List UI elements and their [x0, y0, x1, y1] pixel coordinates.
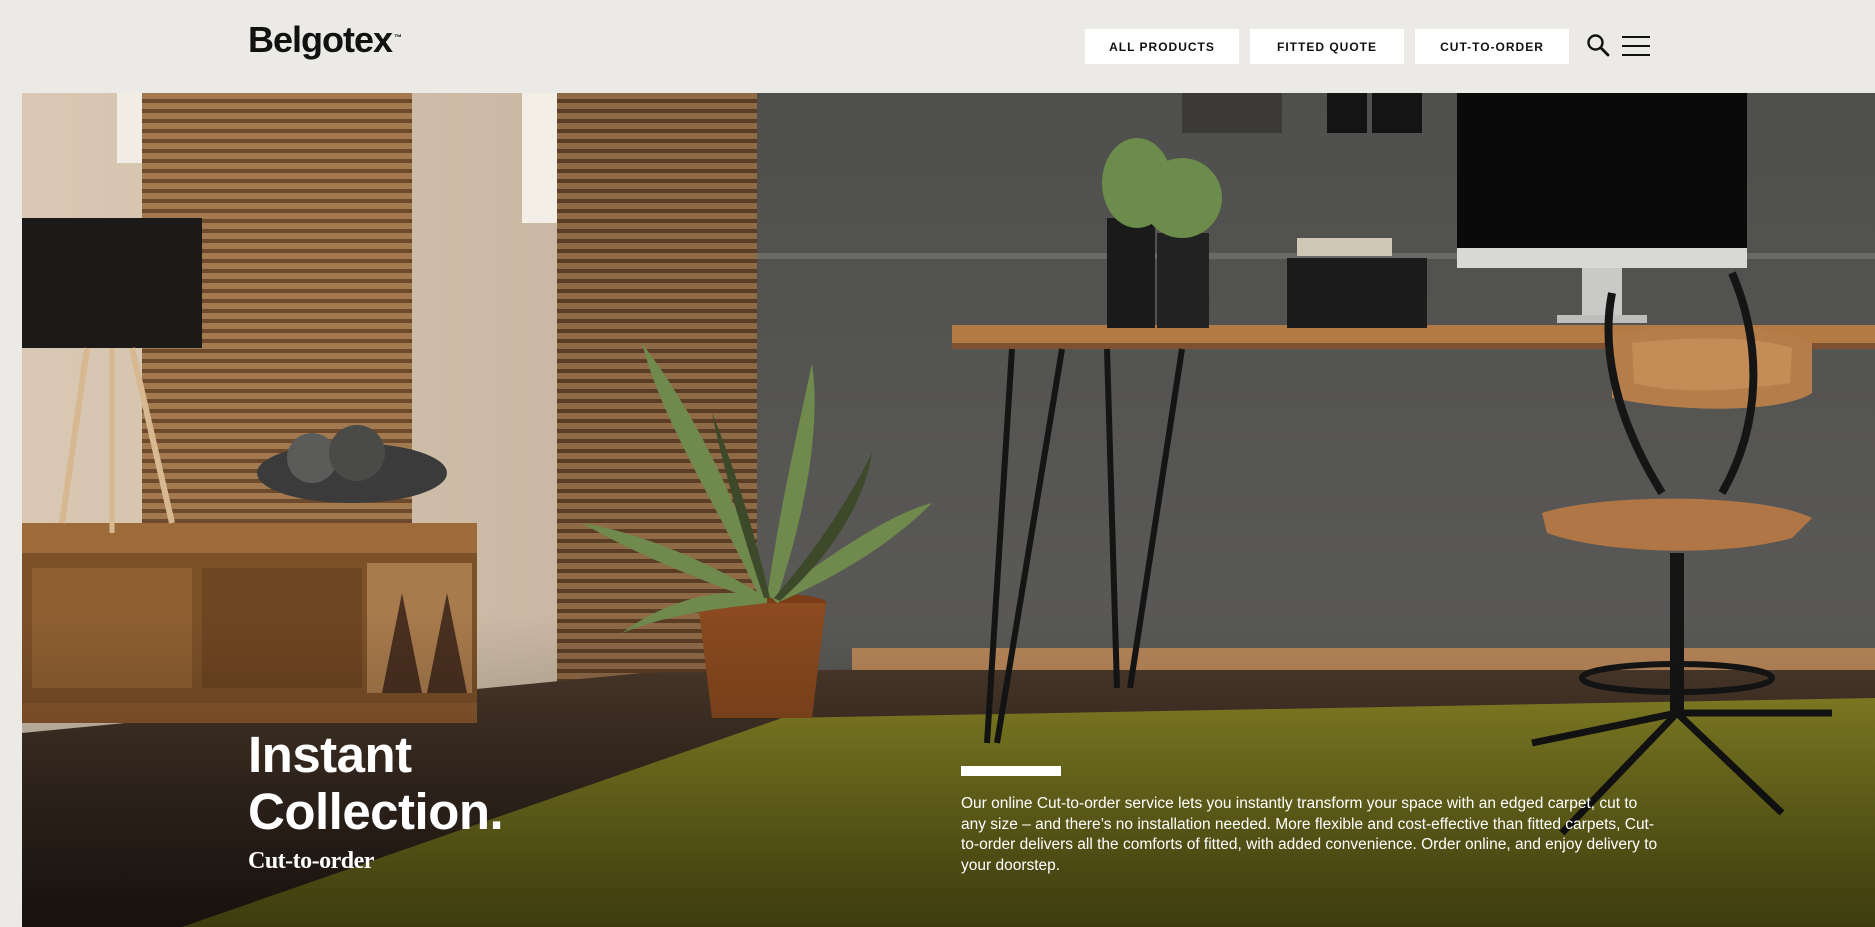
hero-description: Our online Cut-to-order service lets you…: [961, 795, 1658, 874]
logo-trademark: ™: [394, 33, 402, 42]
cut-to-order-button[interactable]: CUT-TO-ORDER: [1415, 29, 1569, 64]
hero-banner: Instant Collection. Cut-to-order Our onl…: [22, 93, 1875, 927]
hero-title-line-1: Instant: [248, 726, 412, 783]
all-products-button[interactable]: ALL PRODUCTS: [1085, 29, 1239, 64]
hero-title-line-2: Collection.: [248, 783, 504, 840]
search-icon[interactable]: [1586, 33, 1610, 57]
hero-title: Instant Collection.: [248, 726, 504, 840]
accent-divider: [961, 766, 1061, 776]
belgotex-logo[interactable]: Belgotex: [248, 22, 393, 58]
hero-subtitle: Cut-to-order: [248, 848, 374, 874]
site-header: Belgotex ™ ALL PRODUCTS FITTED QUOTE CUT…: [0, 0, 1875, 93]
fitted-quote-button[interactable]: FITTED QUOTE: [1250, 29, 1404, 64]
hamburger-menu-icon[interactable]: [1622, 34, 1650, 58]
